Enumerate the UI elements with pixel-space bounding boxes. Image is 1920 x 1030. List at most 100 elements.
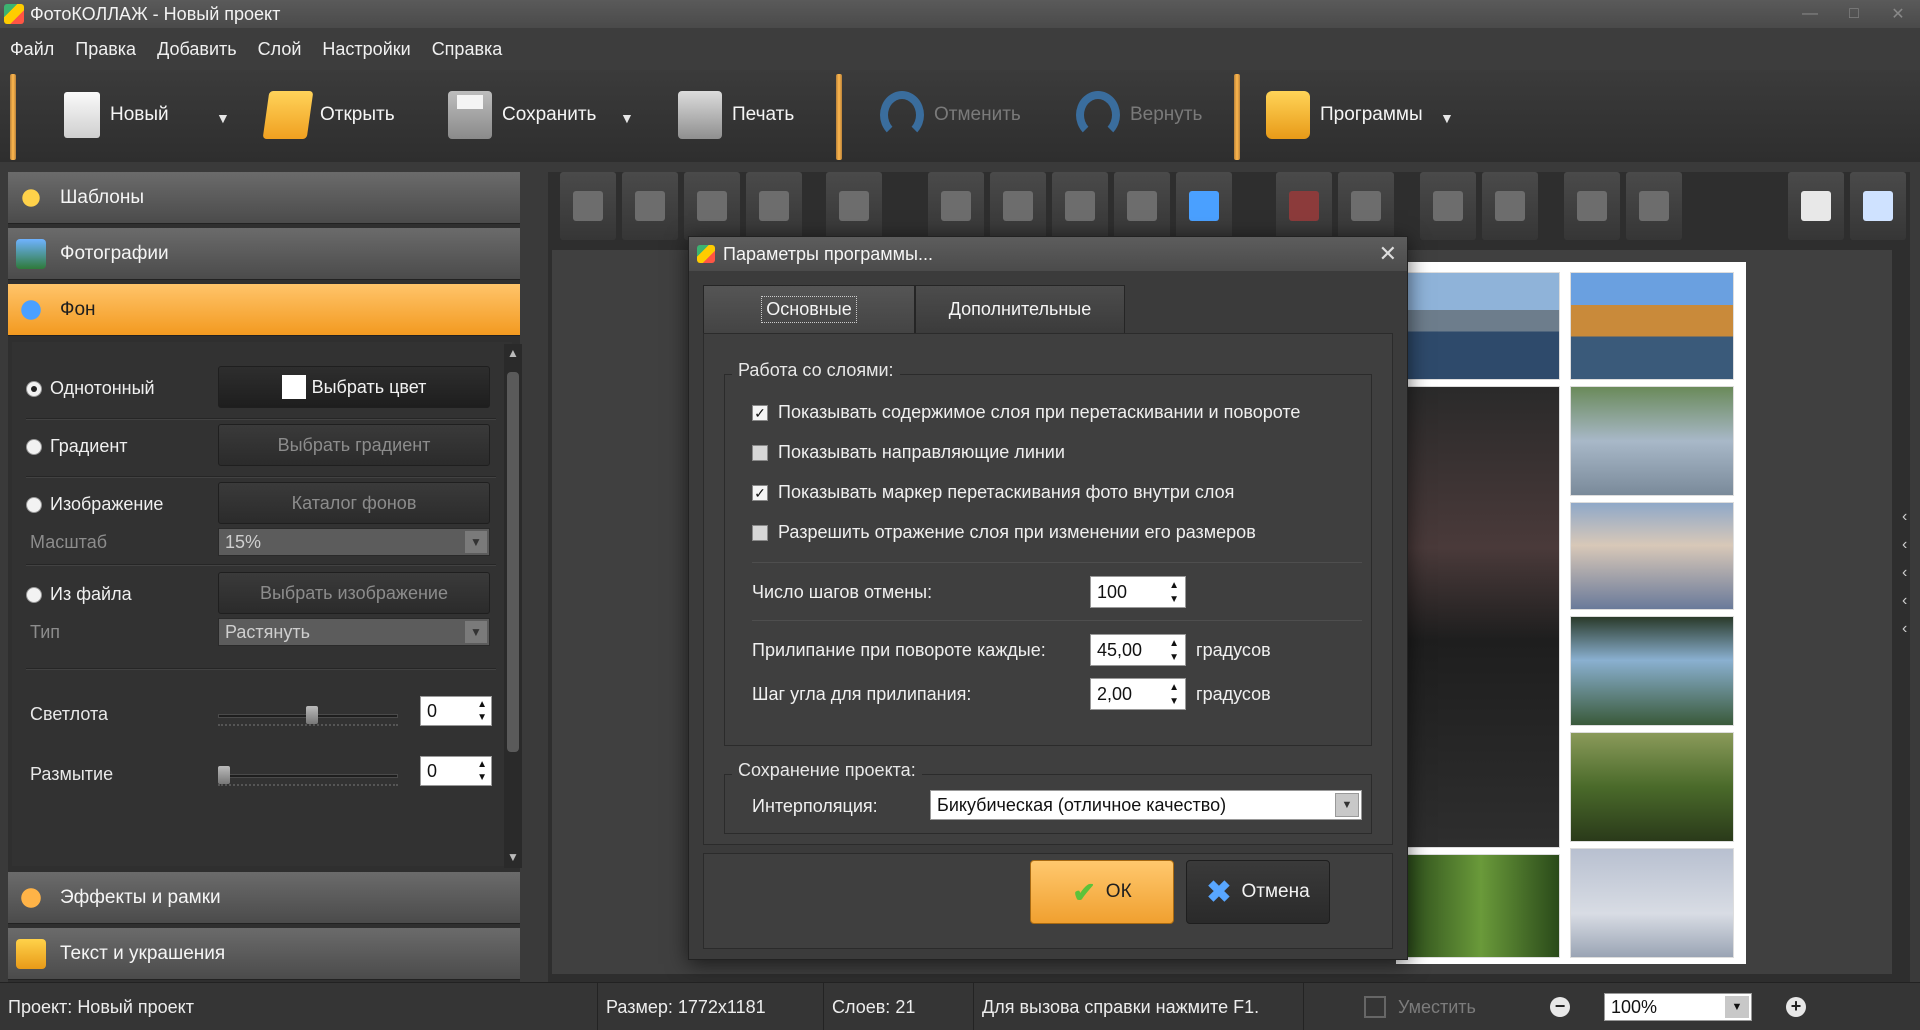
scroll-down-icon[interactable]: ▼ — [507, 850, 519, 864]
zoom-select[interactable]: 100% ▼ — [1604, 993, 1752, 1021]
align-button[interactable] — [826, 172, 882, 240]
gradient-option[interactable]: Градиент — [26, 436, 128, 457]
spinner-arrows-icon[interactable]: ▲ ▼ — [1169, 681, 1179, 709]
chevron-down-icon[interactable]: ▼ — [465, 531, 487, 553]
collage-photo[interactable] — [1570, 732, 1734, 842]
menu-add[interactable]: Добавить — [157, 39, 237, 60]
chevron-down-icon[interactable]: ▼ — [1335, 793, 1359, 817]
collage-photo[interactable] — [1402, 272, 1560, 380]
section-text[interactable]: Текст и украшения — [8, 928, 520, 980]
blur-slider[interactable] — [218, 774, 398, 778]
delete-layer-button[interactable] — [1276, 172, 1332, 240]
checkbox-unchecked[interactable] — [752, 524, 768, 541]
ok-button[interactable]: ✔ ОК — [1030, 860, 1174, 924]
image-option[interactable]: Изображение — [26, 494, 163, 515]
spinner-arrows-icon[interactable]: ▲ ▼ — [1169, 637, 1179, 665]
panel-scrollbar[interactable]: ▲ ▼ — [504, 344, 522, 868]
new-button[interactable]: Новый — [64, 82, 169, 148]
save-button[interactable]: Сохранить — [448, 82, 596, 148]
section-photos[interactable]: Фотографии — [8, 228, 520, 280]
checkbox-row[interactable]: Разрешить отражение слоя при изменении е… — [752, 522, 1256, 543]
choose-color-button[interactable]: Выбрать цвет — [218, 366, 490, 408]
collage-photo[interactable] — [1402, 386, 1560, 848]
from-file-option[interactable]: Из файла — [26, 584, 132, 605]
type-select[interactable]: Растянуть ▼ — [218, 618, 490, 646]
settings-button[interactable] — [1564, 172, 1620, 240]
cancel-button[interactable]: ✖ Отмена — [1186, 860, 1330, 924]
collage-photo[interactable] — [1570, 502, 1734, 610]
zoom-in-icon[interactable]: + — [1786, 997, 1806, 1017]
page-settings-button[interactable] — [1850, 172, 1906, 240]
programs-dropdown-icon[interactable]: ▼ — [1440, 110, 1456, 126]
backgrounds-catalog-button[interactable]: Каталог фонов — [218, 482, 490, 524]
section-effects[interactable]: Эффекты и рамки — [8, 872, 520, 924]
choose-image-button[interactable]: Выбрать изображение — [218, 572, 490, 614]
redo-button[interactable]: Вернуть — [1076, 82, 1202, 148]
layer-forward-button[interactable] — [622, 172, 678, 240]
gradient-radio[interactable] — [26, 438, 42, 455]
menu-settings[interactable]: Настройки — [322, 39, 410, 60]
interpolation-select[interactable]: Бикубическая (отличное качество) ▼ — [930, 790, 1362, 820]
collage-photo[interactable] — [1570, 848, 1734, 958]
collage-photo[interactable] — [1570, 272, 1734, 380]
maximize-icon[interactable]: □ — [1832, 0, 1876, 28]
section-templates[interactable]: Шаблоны — [8, 172, 520, 224]
spinner-arrows-icon[interactable]: ▲ ▼ — [1169, 579, 1179, 607]
chevron-left-icon[interactable]: ‹ — [1902, 536, 1907, 554]
fit-button[interactable]: Уместить — [1364, 983, 1476, 1030]
undo-steps-spinner[interactable]: 100 ▲ ▼ — [1090, 576, 1186, 608]
chevron-down-icon[interactable]: ▼ — [1725, 996, 1749, 1018]
checkbox-row[interactable]: Показывать направляющие линии — [752, 442, 1065, 463]
minimize-icon[interactable]: — — [1788, 0, 1832, 28]
scroll-up-icon[interactable]: ▲ — [507, 346, 519, 360]
checkbox-row[interactable]: ✓ Показывать маркер перетаскивания фото … — [752, 482, 1234, 503]
close-icon[interactable]: ✕ — [1379, 241, 1397, 267]
crop-button[interactable] — [1338, 172, 1394, 240]
menu-layer[interactable]: Слой — [258, 39, 302, 60]
layer-to-front-button[interactable] — [560, 172, 616, 240]
snap-rotate-spinner[interactable]: 45,00 ▲ ▼ — [1090, 634, 1186, 666]
save-dropdown-icon[interactable]: ▼ — [620, 110, 636, 126]
layer-to-back-button[interactable] — [746, 172, 802, 240]
collage-photo[interactable] — [1570, 386, 1734, 496]
blur-spinner[interactable]: 0 ▲ ▼ — [420, 756, 492, 786]
close-icon[interactable]: ✕ — [1876, 0, 1920, 28]
print-button[interactable]: Печать — [678, 82, 794, 148]
solid-option[interactable]: Однотонный — [26, 378, 155, 399]
spinner-arrows-icon[interactable]: ▲ ▼ — [477, 758, 487, 784]
image-radio[interactable] — [26, 496, 42, 513]
fit-layer-button[interactable] — [1176, 172, 1232, 240]
add-page-button[interactable] — [1788, 172, 1844, 240]
chevron-left-icon[interactable]: ‹ — [1902, 620, 1907, 638]
from-file-radio[interactable] — [26, 586, 42, 603]
chevron-left-icon[interactable]: ‹ — [1902, 564, 1907, 582]
choose-gradient-button[interactable]: Выбрать градиент — [218, 424, 490, 466]
zoom-out-icon[interactable]: − — [1550, 997, 1570, 1017]
lock-button[interactable] — [1626, 172, 1682, 240]
checkbox-checked[interactable]: ✓ — [752, 484, 768, 501]
chevron-left-icon[interactable]: ‹ — [1902, 592, 1907, 610]
section-background[interactable]: Фон — [8, 284, 520, 336]
color-picker-button[interactable] — [1482, 172, 1538, 240]
layer-backward-button[interactable] — [684, 172, 740, 240]
collage-photo[interactable] — [1570, 616, 1734, 726]
rotate-right-button[interactable] — [990, 172, 1046, 240]
open-button[interactable]: Открыть — [262, 82, 395, 148]
fill-button[interactable] — [1420, 172, 1476, 240]
menu-edit[interactable]: Правка — [75, 39, 136, 60]
chevron-left-icon[interactable]: ‹ — [1902, 508, 1907, 526]
rotate-left-button[interactable] — [928, 172, 984, 240]
collage-photo[interactable] — [1402, 854, 1560, 958]
right-panel-collapse[interactable]: ‹ ‹ ‹ ‹ ‹ — [1902, 508, 1907, 638]
scale-select[interactable]: 15% ▼ — [218, 528, 490, 556]
brightness-spinner[interactable]: 0 ▲ ▼ — [420, 696, 492, 726]
chevron-down-icon[interactable]: ▼ — [465, 621, 487, 643]
scrollbar-thumb[interactable] — [507, 372, 519, 752]
tab-extra[interactable]: Дополнительные — [915, 285, 1125, 333]
new-dropdown-icon[interactable]: ▼ — [216, 110, 232, 126]
menu-file[interactable]: Файл — [10, 39, 54, 60]
checkbox-row[interactable]: ✓ Показывать содержимое слоя при перетас… — [752, 402, 1300, 423]
flip-vertical-button[interactable] — [1114, 172, 1170, 240]
undo-button[interactable]: Отменить — [880, 82, 1021, 148]
checkbox-checked[interactable]: ✓ — [752, 404, 768, 421]
